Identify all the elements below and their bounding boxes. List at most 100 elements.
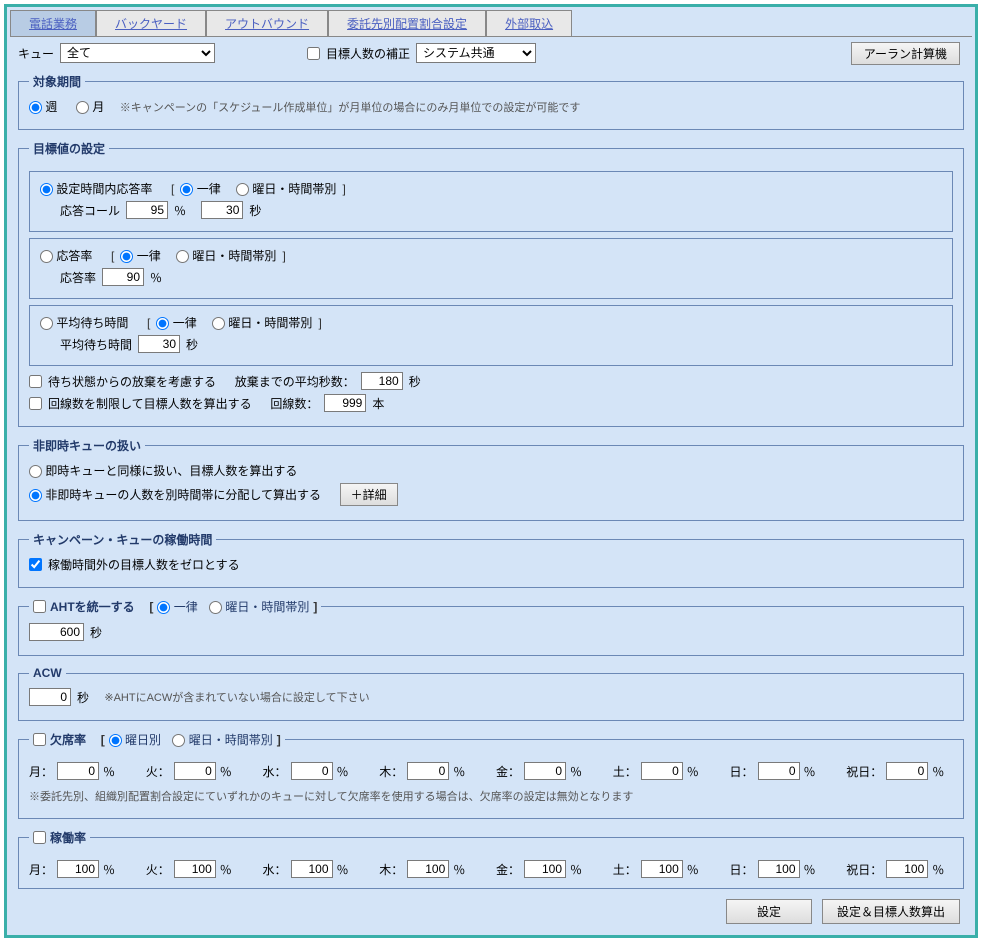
aw-uniform-label: 一律	[173, 316, 197, 330]
operating-zero-label: 稼働時間外の目標人数をゼロとする	[48, 556, 240, 573]
oprate-mon-input[interactable]	[57, 860, 99, 878]
aw-daytime-radio[interactable]	[212, 317, 225, 330]
line-limit-checkbox[interactable]	[29, 397, 42, 410]
answer-rate-input[interactable]	[102, 268, 144, 286]
nonreal-opt1-radio[interactable]	[29, 465, 42, 478]
answer-call-pct-input[interactable]	[126, 201, 168, 219]
ar-uniform-label: 一律	[137, 249, 161, 263]
avg-wait-input[interactable]	[138, 335, 180, 353]
oprate-fri-input[interactable]	[524, 860, 566, 878]
absence-wed-input[interactable]	[291, 762, 333, 780]
oprate-day-grid: 月：％ 火：％ 水：％ 木：％ 金：％ 土：％ 日：％ 祝日：％	[29, 860, 953, 878]
nonreal-detail-button[interactable]: ＋詳細	[340, 483, 398, 506]
erlang-calculator-button[interactable]: アーラン計算機	[851, 42, 960, 65]
absence-thu-input[interactable]	[407, 762, 449, 780]
absence-daytime-radio[interactable]	[172, 734, 185, 747]
queue-select[interactable]: 全て	[60, 43, 215, 63]
absence-hol-input[interactable]	[886, 762, 928, 780]
tab-telephone[interactable]: 電話業務	[10, 10, 96, 36]
answer-rate-group: 応答率 [ 一律 曜日・時間帯別 ] 応答率 ％	[29, 238, 953, 299]
absence-thu-label: 木：	[379, 763, 403, 780]
sec-unit3: 秒	[409, 373, 421, 390]
absence-sun-input[interactable]	[758, 762, 800, 780]
tab-contractor-ratio[interactable]: 委託先別配置割合設定	[328, 10, 486, 36]
ar-uniform-radio[interactable]	[120, 250, 133, 263]
content-area: キュー 全て 目標人数の補正 システム共通 アーラン計算機 対象期間 週 月 ※…	[10, 37, 972, 932]
correction-select[interactable]: システム共通	[416, 43, 536, 63]
nonreal-opt2-radio[interactable]	[29, 489, 42, 502]
pct-unit2: ％	[150, 269, 162, 286]
operating-zero-checkbox[interactable]	[29, 558, 42, 571]
sec-unit: 秒	[249, 202, 261, 219]
absence-mon-input[interactable]	[57, 762, 99, 780]
aw-uniform-radio[interactable]	[156, 317, 169, 330]
target-legend: 目標値の設定	[29, 140, 109, 157]
top-row: キュー 全て 目標人数の補正 システム共通 アーラン計算機	[18, 43, 964, 63]
absence-day-grid: 月：％ 火：％ 水：％ 木：％ 金：％ 土：％ 日：％ 祝日：％	[29, 762, 953, 780]
service-level-radio[interactable]	[40, 183, 53, 196]
operating-legend: キャンペーン・キューの稼働時間	[29, 531, 216, 548]
oprate-thu-input[interactable]	[407, 860, 449, 878]
avg-wait-radio[interactable]	[40, 317, 53, 330]
sl-daytime-radio[interactable]	[236, 183, 249, 196]
acw-fieldset: ACW 秒 ※AHTにACWが含まれていない場合に設定して下さい	[18, 666, 964, 721]
queue-label: キュー	[18, 45, 54, 62]
absence-daytime-label: 曜日・時間帯別	[189, 733, 273, 747]
aht-legend: AHTを統一する [ 一律 曜日・時間帯別 ]	[29, 598, 321, 615]
sl-daytime-label: 曜日・時間帯別	[252, 182, 336, 196]
set-button[interactable]: 設定	[726, 899, 812, 924]
absence-tue-input[interactable]	[174, 762, 216, 780]
oprate-hol-label: 祝日：	[846, 861, 882, 878]
service-level-group: 設定時間内応答率 [ 一律 曜日・時間帯別 ] 応答コール ％ 秒	[29, 171, 953, 232]
aht-daytime-radio[interactable]	[209, 601, 222, 614]
absence-byday-radio[interactable]	[109, 734, 122, 747]
sec-unit2: 秒	[186, 336, 198, 353]
period-month-radio[interactable]	[76, 101, 89, 114]
absence-wed-label: 水：	[263, 763, 287, 780]
period-week-label: 週	[45, 100, 57, 114]
acw-value-input[interactable]	[29, 688, 71, 706]
sl-uniform-radio[interactable]	[180, 183, 193, 196]
oprate-sat-label: 土：	[613, 861, 637, 878]
tab-backyard[interactable]: バックヤード	[96, 10, 206, 36]
line-limit-label: 回線数を制限して目標人数を算出する	[48, 395, 252, 412]
absence-byday-label: 曜日別	[125, 733, 161, 747]
absence-fieldset: 欠席率 [ 曜日別 曜日・時間帯別 ] 月：％ 火：％ 水：％ 木：％ 金：％ …	[18, 731, 964, 819]
oprate-thu-label: 木：	[379, 861, 403, 878]
aht-unify-checkbox[interactable]	[33, 600, 46, 613]
answer-rate-radio[interactable]	[40, 250, 53, 263]
oprate-hol-input[interactable]	[886, 860, 928, 878]
aht-uniform-radio[interactable]	[157, 601, 170, 614]
period-week-radio[interactable]	[29, 101, 42, 114]
oprate-sun-input[interactable]	[758, 860, 800, 878]
absence-sat-input[interactable]	[641, 762, 683, 780]
ar-daytime-label: 曜日・時間帯別	[192, 249, 276, 263]
oprate-mon-label: 月：	[29, 861, 53, 878]
oprate-wed-input[interactable]	[291, 860, 333, 878]
absence-hol-label: 祝日：	[846, 763, 882, 780]
aht-legend-text: AHTを統一する	[50, 598, 135, 615]
nonreal-opt2-label: 非即時キューの人数を別時間帯に分配して算出する	[45, 488, 321, 502]
abandon-checkbox[interactable]	[29, 375, 42, 388]
absence-sat-label: 土：	[613, 763, 637, 780]
aht-value-input[interactable]	[29, 623, 84, 641]
oprate-sat-input[interactable]	[641, 860, 683, 878]
target-correction-checkbox[interactable]	[307, 47, 320, 60]
set-and-calc-button[interactable]: 設定＆目標人数算出	[822, 899, 960, 924]
oprate-checkbox[interactable]	[33, 831, 46, 844]
abandon-sec-input[interactable]	[361, 372, 403, 390]
aht-fieldset: AHTを統一する [ 一律 曜日・時間帯別 ] 秒	[18, 598, 964, 656]
absence-fri-input[interactable]	[524, 762, 566, 780]
ar-daytime-radio[interactable]	[176, 250, 189, 263]
service-level-label: 設定時間内応答率	[56, 182, 152, 196]
pct-unit: ％	[174, 202, 186, 219]
tab-outbound[interactable]: アウトバウンド	[206, 10, 328, 36]
absence-checkbox[interactable]	[33, 733, 46, 746]
tab-external-import[interactable]: 外部取込	[486, 10, 572, 36]
avg-wait-group: 平均待ち時間 [ 一律 曜日・時間帯別 ] 平均待ち時間 秒	[29, 305, 953, 366]
answer-call-sec-input[interactable]	[201, 201, 243, 219]
tab-bar: 電話業務 バックヤード アウトバウンド 委託先別配置割合設定 外部取込	[10, 10, 972, 37]
line-count-input[interactable]	[324, 394, 366, 412]
line-count-label: 回線数：	[270, 395, 318, 412]
oprate-tue-input[interactable]	[174, 860, 216, 878]
